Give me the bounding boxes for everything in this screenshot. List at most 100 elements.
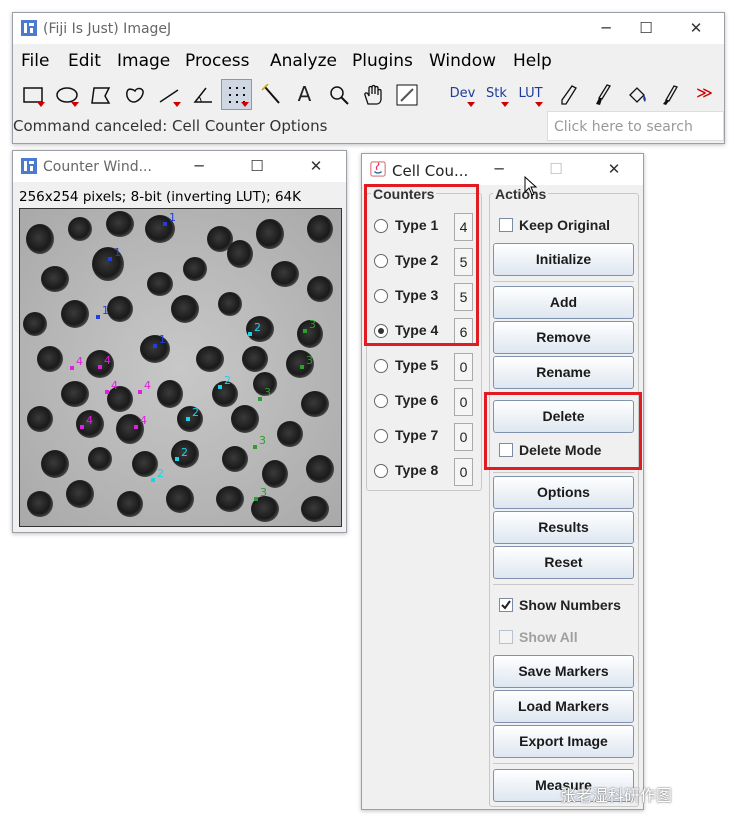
counter-row[interactable]: Type 7 0: [374, 423, 474, 451]
minimize-button[interactable]: ─: [179, 151, 219, 182]
line-tool-icon[interactable]: [153, 79, 184, 110]
initialize-button[interactable]: Initialize: [493, 243, 634, 276]
counter-marker-label: 3: [259, 434, 266, 447]
close-button[interactable]: ✕: [676, 13, 716, 44]
oval-tool-icon[interactable]: [51, 79, 82, 110]
counter-marker-type-3[interactable]: [303, 329, 307, 333]
cell-blob: [256, 219, 284, 249]
counter-marker-type-2[interactable]: [151, 478, 155, 482]
checkbox-box[interactable]: [499, 218, 513, 232]
minimize-button[interactable]: ─: [586, 13, 626, 44]
menu-analyze[interactable]: Analyze: [270, 51, 337, 71]
counter-marker-type-2[interactable]: [175, 457, 179, 461]
counter-marker-type-2[interactable]: [186, 417, 190, 421]
counter-marker-type-4[interactable]: [138, 390, 142, 394]
counter-label: Type 7: [395, 427, 439, 443]
counter-marker-type-3[interactable]: [254, 497, 258, 501]
show-numbers-checkbox[interactable]: Show Numbers: [499, 595, 639, 617]
cell-blob: [301, 496, 329, 522]
stk-menu-icon[interactable]: Stk: [481, 79, 512, 110]
counter-marker-type-4[interactable]: [98, 365, 102, 369]
cell-blob: [307, 276, 333, 302]
image-canvas[interactable]: 11112222233333444444: [19, 208, 342, 527]
maximize-button[interactable]: ☐: [626, 13, 666, 44]
maximize-button[interactable]: ☐: [237, 151, 277, 182]
menu-process[interactable]: Process: [185, 51, 250, 71]
reset-button[interactable]: Reset: [493, 546, 634, 579]
counter-marker-label: 2: [254, 321, 261, 334]
freehand-tool-icon[interactable]: [119, 79, 150, 110]
angle-tool-icon[interactable]: [187, 79, 218, 110]
menu-plugins[interactable]: Plugins: [352, 51, 413, 71]
hand-tool-icon[interactable]: [357, 79, 388, 110]
counter-marker-type-3[interactable]: [253, 445, 257, 449]
cell-blob: [88, 447, 112, 471]
menu-image[interactable]: Image: [117, 51, 170, 71]
counter-radio[interactable]: [374, 429, 388, 443]
cell-counter-title: Cell Cou...: [392, 162, 469, 180]
counter-window-titlebar: Counter Wind... ─ ☐ ✕: [13, 151, 346, 182]
pencil-tool-icon[interactable]: [553, 79, 584, 110]
cell-blob: [27, 491, 53, 517]
export-image-button[interactable]: Export Image: [493, 725, 634, 758]
counter-marker-label: 3: [309, 318, 316, 331]
checkbox-box[interactable]: [499, 598, 513, 612]
polygon-tool-icon[interactable]: [85, 79, 116, 110]
counter-marker-type-4[interactable]: [105, 390, 109, 394]
save-markers-button[interactable]: Save Markers: [493, 655, 634, 688]
color-picker-tool-icon[interactable]: [391, 79, 422, 110]
counter-marker-type-1[interactable]: [153, 344, 157, 348]
counter-radio[interactable]: [374, 394, 388, 408]
remove-button[interactable]: Remove: [493, 321, 634, 354]
counter-marker-type-1[interactable]: [108, 257, 112, 261]
counter-row[interactable]: Type 6 0: [374, 388, 474, 416]
counter-marker-type-3[interactable]: [258, 397, 262, 401]
counter-radio[interactable]: [374, 359, 388, 373]
rectangle-tool-icon[interactable]: [17, 79, 48, 110]
counter-marker-type-4[interactable]: [80, 425, 84, 429]
menu-window[interactable]: Window: [429, 51, 496, 71]
counter-marker-type-2[interactable]: [248, 332, 252, 336]
counter-marker-type-1[interactable]: [163, 222, 167, 226]
close-button[interactable]: ✕: [296, 151, 336, 182]
counter-marker-type-1[interactable]: [96, 315, 100, 319]
keep-original-checkbox[interactable]: Keep Original: [499, 215, 639, 237]
cell-micrograph[interactable]: 111122222333334 44 44 4: [20, 209, 341, 526]
magnifier-tool-icon[interactable]: [323, 79, 354, 110]
counter-marker-type-4[interactable]: [70, 366, 74, 370]
counter-row[interactable]: Type 8 0: [374, 458, 474, 486]
counter-marker-type-4[interactable]: [134, 425, 138, 429]
search-input[interactable]: Click here to search: [547, 111, 724, 141]
counter-marker-label: 1: [159, 333, 166, 346]
add-button[interactable]: Add: [493, 286, 634, 319]
spray-tool-icon[interactable]: [655, 79, 686, 110]
counter-marker-label: 2: [157, 467, 164, 480]
menu-file[interactable]: File: [21, 51, 49, 71]
counter-radio[interactable]: [374, 464, 388, 478]
cell-blob: [41, 450, 69, 478]
lut-menu-icon[interactable]: LUT: [515, 79, 546, 110]
show-all-checkbox: Show All: [499, 627, 639, 649]
close-button[interactable]: ✕: [594, 154, 634, 185]
load-markers-button[interactable]: Load Markers: [493, 690, 634, 723]
cell-blob: [306, 455, 334, 483]
flood-fill-tool-icon[interactable]: [621, 79, 652, 110]
multipoint-tool-icon[interactable]: [221, 79, 252, 110]
rename-button[interactable]: Rename: [493, 356, 634, 389]
counter-marker-type-3[interactable]: [300, 365, 304, 369]
wand-tool-icon[interactable]: [255, 79, 286, 110]
counter-marker-label: 2: [181, 446, 188, 459]
minimize-button[interactable]: ─: [479, 154, 519, 185]
counter-marker-type-2[interactable]: [218, 385, 222, 389]
paintbrush-tool-icon[interactable]: [587, 79, 618, 110]
cell-blob: [117, 491, 143, 517]
counter-row[interactable]: Type 5 0: [374, 353, 474, 381]
results-button[interactable]: Results: [493, 511, 634, 544]
more-tools-icon[interactable]: ≫: [689, 79, 720, 110]
menu-help[interactable]: Help: [513, 51, 552, 71]
dev-menu-icon[interactable]: Dev: [447, 79, 478, 110]
menu-edit[interactable]: Edit: [68, 51, 101, 71]
imagej-main-window: (Fiji Is Just) ImageJ ─ ☐ ✕ File Edit Im…: [12, 12, 725, 144]
text-tool-icon[interactable]: A: [289, 79, 320, 110]
options-button[interactable]: Options: [493, 476, 634, 509]
